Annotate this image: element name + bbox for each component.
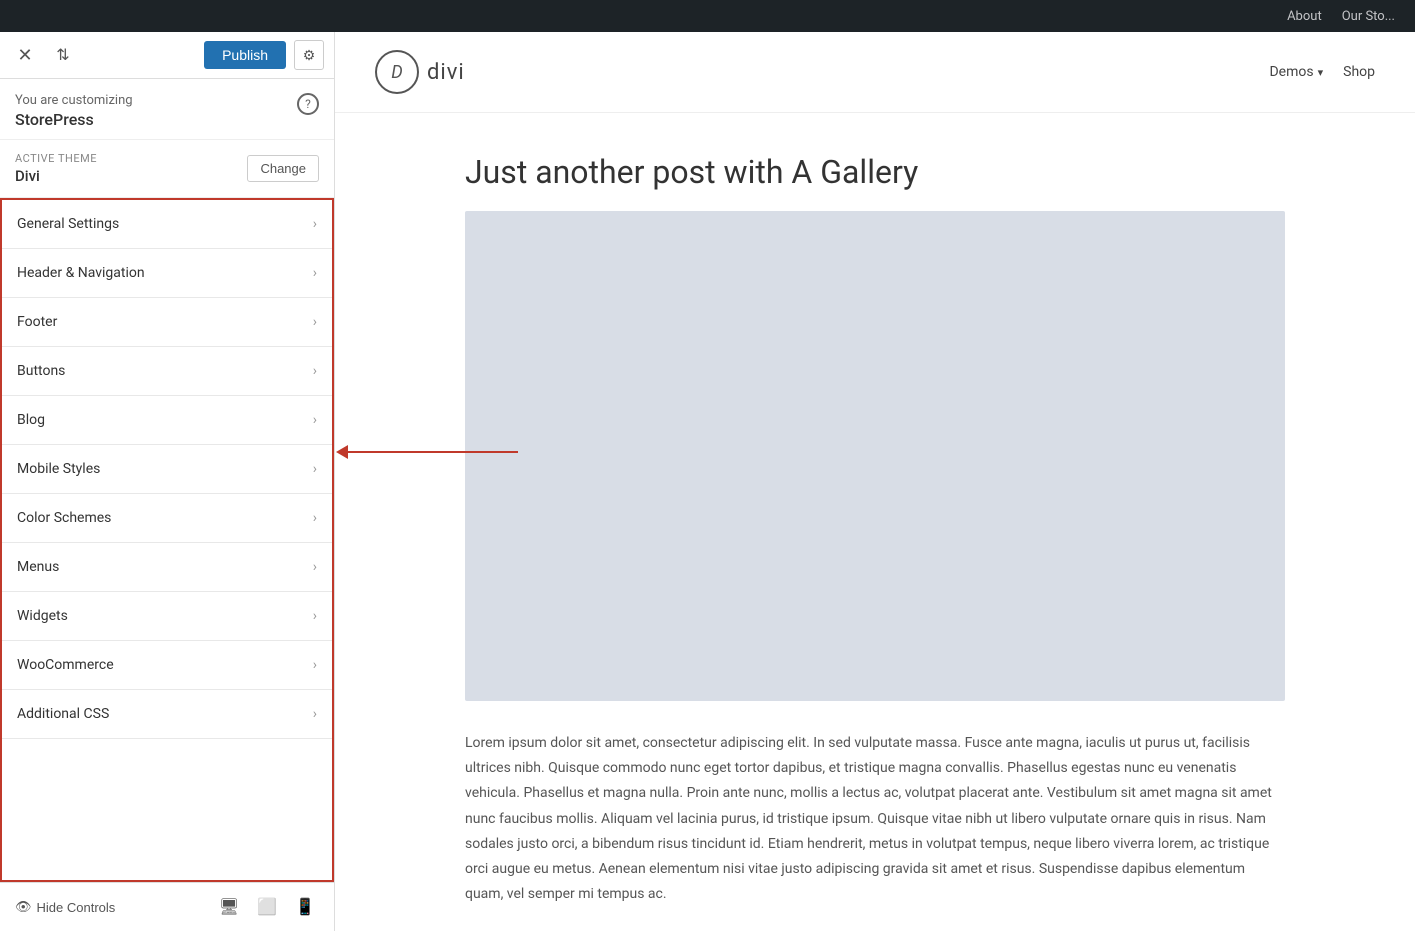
chevron-right-icon-widgets: › (313, 608, 317, 624)
nav-demos[interactable]: Demos ▾ (1269, 64, 1323, 80)
tablet-view-button[interactable]: ⬜ (253, 895, 281, 919)
arrows-icon: ⇅ (56, 45, 69, 65)
chevron-right-icon-additional-css: › (313, 706, 317, 722)
eye-icon: 👁 (15, 899, 32, 915)
admin-bar: About Our Sto... (0, 0, 1415, 32)
menu-item-buttons[interactable]: Buttons › (2, 347, 332, 396)
menu-item-menus[interactable]: Menus › (2, 543, 332, 592)
change-theme-button[interactable]: Change (247, 155, 319, 182)
active-theme-name: Divi (15, 167, 97, 185)
mobile-view-button[interactable]: 📱 (291, 895, 319, 919)
active-theme-label: Active theme (15, 152, 97, 165)
menu-item-widgets[interactable]: Widgets › (2, 592, 332, 641)
preview-area: D divi Demos ▾ Shop Just another post wi… (335, 32, 1415, 931)
publish-button[interactable]: Publish (204, 41, 286, 69)
about-link[interactable]: About (1287, 9, 1322, 24)
close-icon: ✕ (17, 45, 32, 66)
site-nav: Demos ▾ Shop (1269, 64, 1375, 80)
menu-item-label-blog: Blog (17, 412, 45, 428)
menu-item-label-woocommerce: WooCommerce (17, 657, 114, 673)
menu-item-label-color-schemes: Color Schemes (17, 510, 111, 526)
chevron-right-icon-header-navigation: › (313, 265, 317, 281)
customizing-label: You are customizing (15, 93, 133, 108)
help-button[interactable]: ? (297, 93, 319, 115)
menu-item-label-buttons: Buttons (17, 363, 65, 379)
hide-controls-button[interactable]: 👁 Hide Controls (15, 899, 115, 915)
menu-item-color-schemes[interactable]: Color Schemes › (2, 494, 332, 543)
our-store-link[interactable]: Our Sto... (1342, 9, 1395, 24)
hide-controls-label: Hide Controls (37, 900, 116, 915)
bottom-controls: 👁 Hide Controls 🖥 ⬜ 📱 (0, 882, 334, 931)
menu-item-mobile-styles[interactable]: Mobile Styles › (2, 445, 332, 494)
sidebar-toolbar: ✕ ⇅ Publish ⚙ (0, 32, 334, 79)
close-button[interactable]: ✕ (10, 40, 40, 70)
chevron-right-icon-menus: › (313, 559, 317, 575)
settings-gear-button[interactable]: ⚙ (294, 40, 324, 70)
chevron-right-icon-buttons: › (313, 363, 317, 379)
chevron-down-icon: ▾ (1318, 66, 1324, 79)
active-theme-section: Active theme Divi Change (0, 140, 334, 198)
post-body-text: Lorem ipsum dolor sit amet, consectetur … (465, 731, 1285, 907)
logo-text: divi (427, 60, 465, 85)
arrows-button[interactable]: ⇅ (48, 40, 78, 70)
chevron-right-icon-general-settings: › (313, 216, 317, 232)
chevron-right-icon-color-schemes: › (313, 510, 317, 526)
logo-circle-icon: D (375, 50, 419, 94)
view-icons: 🖥 ⬜ 📱 (215, 895, 319, 919)
menu-item-label-header-navigation: Header & Navigation (17, 265, 145, 281)
demos-label: Demos (1269, 64, 1313, 80)
chevron-right-icon-footer: › (313, 314, 317, 330)
menu-item-header-navigation[interactable]: Header & Navigation › (2, 249, 332, 298)
menu-item-additional-css[interactable]: Additional CSS › (2, 690, 332, 739)
menu-item-label-widgets: Widgets (17, 608, 68, 624)
sidebar: ✕ ⇅ Publish ⚙ You are customizing StoreP… (0, 32, 335, 931)
post-image-placeholder (465, 211, 1285, 701)
site-header: D divi Demos ▾ Shop (335, 32, 1415, 113)
menu-item-label-footer: Footer (17, 314, 57, 330)
gear-icon: ⚙ (303, 47, 316, 64)
desktop-view-button[interactable]: 🖥 (215, 895, 243, 919)
post-content: Just another post with A Gallery Lorem i… (445, 113, 1305, 931)
store-name: StorePress (15, 110, 133, 129)
main-layout: ✕ ⇅ Publish ⚙ You are customizing StoreP… (0, 32, 1415, 931)
menu-item-general-settings[interactable]: General Settings › (2, 200, 332, 249)
customizer-menu-list: General Settings›Header & Navigation›Foo… (0, 198, 334, 882)
site-logo: D divi (375, 50, 465, 94)
menu-item-woocommerce[interactable]: WooCommerce › (2, 641, 332, 690)
customizing-info: You are customizing StorePress ? (0, 79, 334, 140)
chevron-right-icon-woocommerce: › (313, 657, 317, 673)
menu-item-label-mobile-styles: Mobile Styles (17, 461, 100, 477)
chevron-right-icon-mobile-styles: › (313, 461, 317, 477)
menu-item-label-general-settings: General Settings (17, 216, 119, 232)
menu-item-label-menus: Menus (17, 559, 59, 575)
menu-item-label-additional-css: Additional CSS (17, 706, 109, 722)
menu-item-footer[interactable]: Footer › (2, 298, 332, 347)
chevron-right-icon-blog: › (313, 412, 317, 428)
post-title: Just another post with A Gallery (465, 153, 1285, 191)
menu-item-blog[interactable]: Blog › (2, 396, 332, 445)
nav-shop[interactable]: Shop (1343, 64, 1375, 80)
